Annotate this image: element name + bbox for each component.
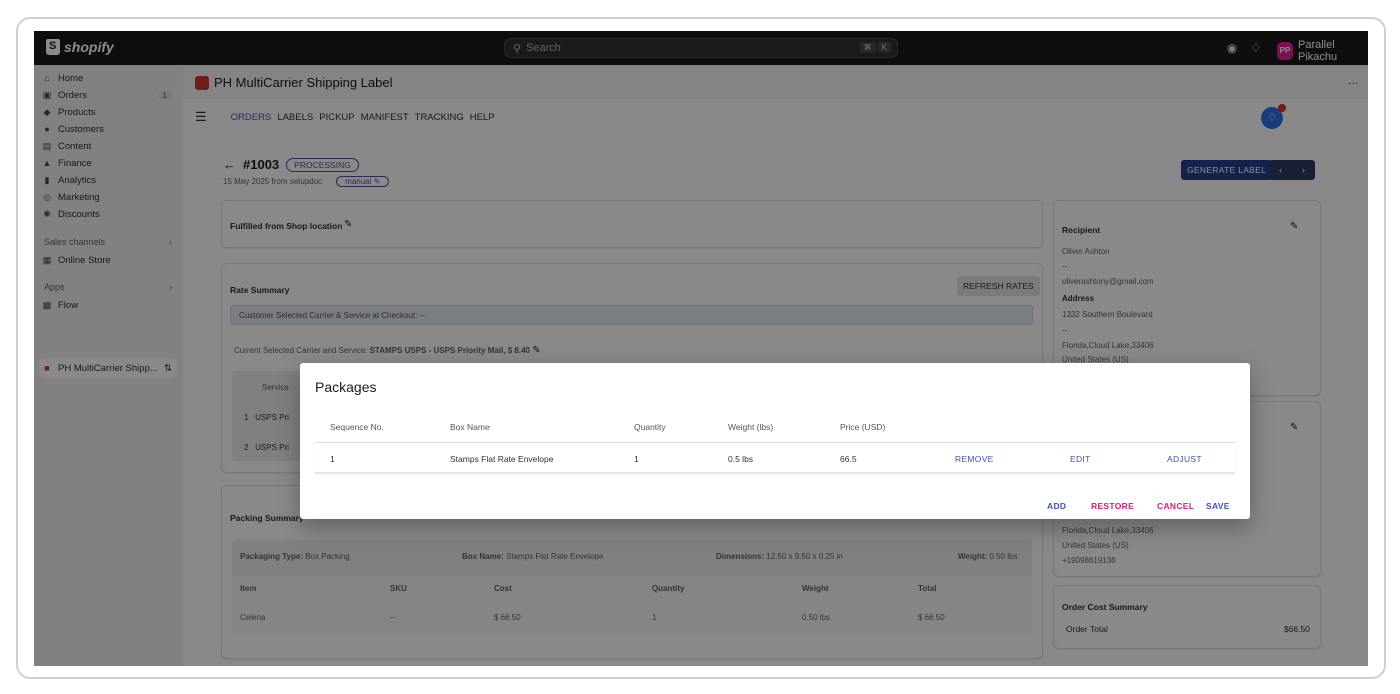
cancel-button[interactable]: CANCEL [1157, 501, 1194, 511]
adjust-button[interactable]: ADJUST [1167, 454, 1202, 464]
packages-modal: Packages Sequence No. Box Name Quantity … [300, 363, 1250, 519]
package-weight: 0.5 lbs [728, 454, 754, 464]
edit-button[interactable]: EDIT [1070, 454, 1091, 464]
shopify-admin-screen: shopify ⚲ Search ⌘ K ◉ ♢ PP Parallel Pik… [34, 31, 1368, 666]
packages-table-header: Sequence No. Box Name Quantity Weight (l… [315, 407, 1235, 443]
modal-title: Packages [315, 379, 377, 395]
header-sequence-no: Sequence No. [330, 422, 384, 432]
header-quantity: Quantity [634, 422, 666, 432]
package-sequence: 1 [330, 454, 335, 464]
header-box-name: Box Name [450, 422, 490, 432]
packages-table: Sequence No. Box Name Quantity Weight (l… [315, 407, 1235, 473]
add-button[interactable]: ADD [1047, 501, 1066, 511]
restore-button[interactable]: RESTORE [1091, 501, 1134, 511]
package-quantity: 1 [634, 454, 639, 464]
modal-backdrop[interactable] [34, 31, 1368, 666]
remove-button[interactable]: REMOVE [955, 454, 994, 464]
header-weight: Weight (lbs) [728, 422, 774, 432]
package-price: 66.5 [840, 454, 857, 464]
package-box-name: Stamps Flat Rate Envelope [450, 454, 554, 464]
save-button[interactable]: SAVE [1206, 501, 1230, 511]
header-price: Price (USD) [840, 422, 886, 432]
table-row: 1 Stamps Flat Rate Envelope 1 0.5 lbs 66… [315, 443, 1235, 473]
